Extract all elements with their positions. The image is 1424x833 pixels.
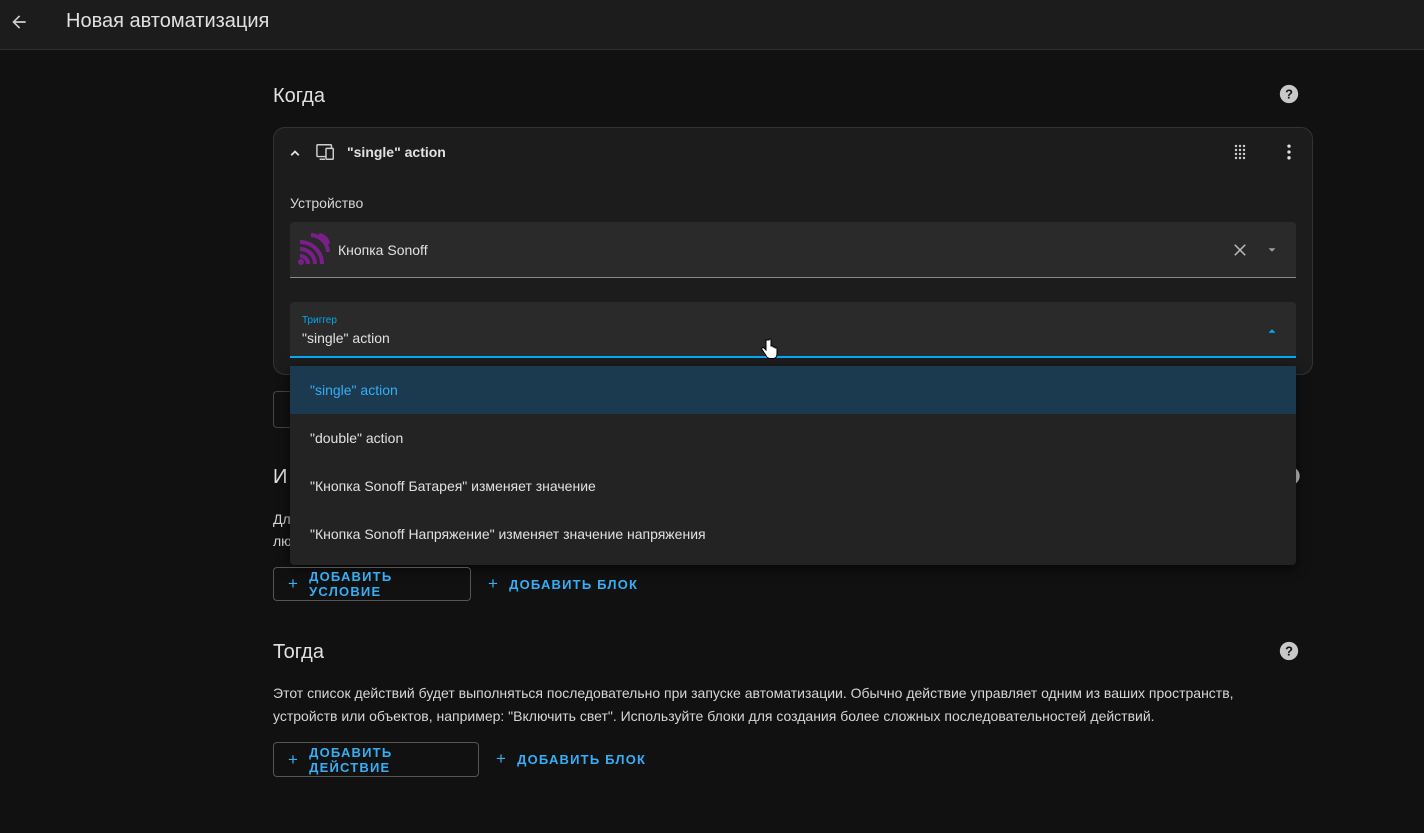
trigger-select-label: Триггер [302, 315, 337, 326]
device-label: Устройство [290, 195, 364, 211]
trigger-option[interactable]: "Кнопка Sonoff Напряжение" изменяет знач… [290, 510, 1296, 558]
add-condition-button[interactable]: + ДОБАВИТЬ УСЛОВИЕ [273, 567, 471, 601]
plus-icon: + [288, 749, 300, 769]
when-section-title: Когда [273, 85, 325, 107]
add-action-block-button[interactable]: + ДОБАВИТЬ БЛОК [496, 742, 646, 776]
conditions-section-title: И [273, 466, 288, 488]
trigger-card-header[interactable]: "single" action [274, 128, 1312, 176]
trigger-option[interactable]: "double" action [290, 414, 1296, 462]
close-icon[interactable] [1231, 241, 1249, 259]
trigger-options-menu: "single" action "double" action "Кнопка … [290, 366, 1296, 565]
page-title: Новая автоматизация [66, 10, 270, 32]
then-section-title: Тогда [273, 641, 324, 663]
conditions-description-line-1: Дл [273, 511, 291, 527]
device-picker-value: Кнопка Sonoff [338, 242, 428, 258]
add-block-label: ДОБАВИТЬ БЛОК [509, 576, 639, 592]
menu-down-icon[interactable] [1265, 243, 1279, 257]
trigger-select[interactable]: Триггер "single" action [290, 302, 1296, 358]
conditions-description-line-2: лю [273, 533, 292, 549]
chevron-up-icon[interactable] [286, 144, 304, 162]
trigger-card-title: "single" action [347, 144, 446, 160]
plus-icon: + [488, 574, 500, 593]
trigger-option[interactable]: "single" action [290, 366, 1296, 414]
add-condition-label: ДОБАВИТЬ УСЛОВИЕ [309, 569, 393, 599]
back-button[interactable] [6, 9, 32, 35]
plus-icon: + [496, 749, 508, 768]
menu-up-icon[interactable] [1265, 324, 1279, 338]
add-action-label: ДОБАВИТЬ ДЕЙСТВИЕ [309, 744, 393, 775]
device-brand-icon [298, 233, 330, 265]
dots-vertical-icon[interactable] [1279, 142, 1299, 162]
add-block-label: ДОБАВИТЬ БЛОК [517, 751, 647, 767]
then-description-line-1: Этот список действий будет выполняться п… [273, 685, 1234, 701]
help-circle-icon[interactable]: ? [1278, 640, 1300, 662]
svg-text:?: ? [1285, 87, 1293, 102]
top-app-bar: Новая автоматизация [0, 0, 1424, 50]
trigger-select-value: "single" action [302, 330, 390, 346]
arrow-left-icon [12, 15, 26, 29]
trigger-option[interactable]: "Кнопка Sonoff Батарея" изменяет значени… [290, 462, 1296, 510]
add-action-button[interactable]: + ДОБАВИТЬ ДЕЙСТВИЕ [273, 742, 479, 777]
device-picker[interactable]: Кнопка Sonoff [290, 222, 1296, 278]
plus-icon: + [288, 574, 300, 593]
add-condition-block-button[interactable]: + ДОБАВИТЬ БЛОК [488, 567, 638, 601]
device-icon [316, 144, 334, 160]
then-description-line-2: устройств или объектов, например: "Включ… [273, 708, 1155, 724]
drag-handle-icon[interactable] [1234, 144, 1248, 160]
help-circle-icon[interactable]: ? [1278, 83, 1300, 105]
svg-text:?: ? [1285, 644, 1293, 659]
cursor-hand-icon [761, 338, 778, 359]
